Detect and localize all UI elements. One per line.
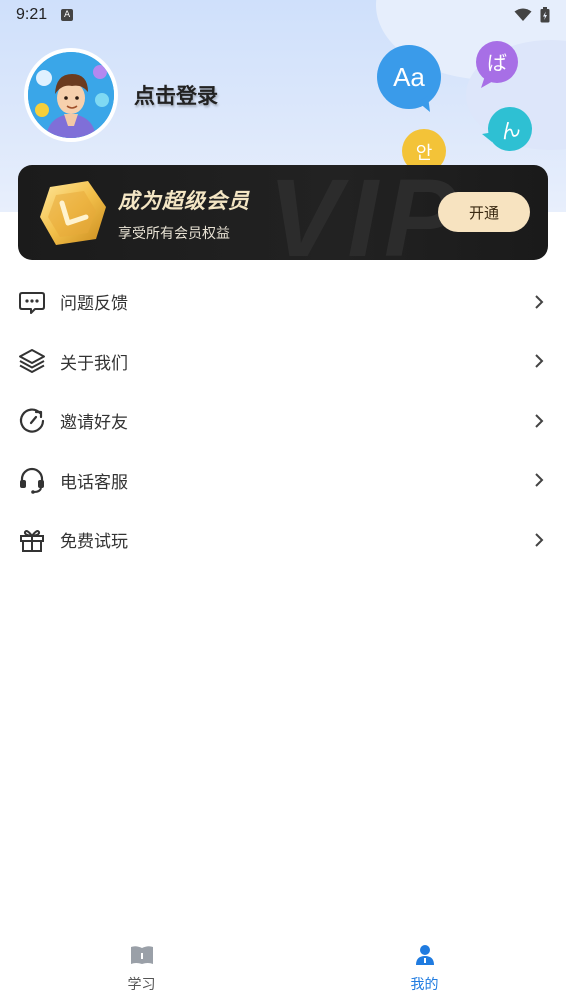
- settings-menu: 问题反馈 关于我们 邀请好友 电话客服 免费试玩: [0, 272, 566, 570]
- japanese-bubble-icon: ば: [476, 41, 518, 88]
- menu-item-hotline[interactable]: 电话客服: [0, 451, 566, 511]
- gift-icon: [18, 526, 46, 554]
- vip-subtitle: 享受所有会员权益: [118, 226, 230, 242]
- bubble-aa-text: Aa: [393, 62, 425, 92]
- login-link[interactable]: 点击登录: [134, 80, 218, 110]
- menu-item-feedback[interactable]: 问题反馈: [0, 272, 566, 332]
- notification-icon: A: [61, 9, 74, 21]
- tab-label: 我的: [410, 977, 439, 993]
- chevron-right-icon: [535, 354, 544, 368]
- chevron-right-icon: [535, 295, 544, 309]
- vip-title: 成为超级会员: [118, 189, 250, 213]
- battery-icon: [540, 7, 550, 23]
- vip-badge-icon: [40, 181, 106, 245]
- headset-icon: [18, 466, 46, 495]
- tab-study[interactable]: 学习: [0, 930, 283, 1008]
- status-bar: 9:21 A: [0, 0, 566, 30]
- korean-bubble-icon: 안: [402, 129, 446, 170]
- vip-watermark: VIP: [268, 165, 464, 260]
- avatar-illustration: [28, 52, 114, 138]
- wifi-icon: [514, 8, 532, 21]
- english-bubble-icon: Aa: [377, 45, 441, 112]
- bubble-ba-text: ば: [487, 51, 507, 75]
- bubble-ko-text: 안: [416, 143, 433, 164]
- japanese-n-bubble-icon: ん: [482, 107, 532, 151]
- bottom-navigation: 学习 我的: [0, 930, 566, 1008]
- person-icon: [415, 945, 434, 965]
- menu-label: 免费试玩: [60, 532, 128, 553]
- activate-vip-button[interactable]: 开通: [438, 192, 530, 232]
- menu-item-free-trial[interactable]: 免费试玩: [0, 510, 566, 570]
- status-time: 9:21: [16, 6, 48, 23]
- chevron-right-icon: [535, 533, 544, 547]
- avatar[interactable]: [24, 48, 118, 142]
- feedback-icon: [18, 288, 46, 316]
- menu-label: 关于我们: [60, 353, 128, 374]
- chevron-right-icon: [535, 414, 544, 428]
- vip-banner[interactable]: VIP 成为超级会员 享受所有会员权益 开通: [18, 165, 548, 260]
- book-icon: [130, 946, 153, 964]
- chevron-right-icon: [535, 473, 544, 487]
- menu-item-invite[interactable]: 邀请好友: [0, 391, 566, 451]
- tab-label: 学习: [127, 977, 156, 993]
- menu-label: 邀请好友: [60, 413, 128, 434]
- refresh-icon: [18, 407, 46, 435]
- menu-item-about[interactable]: 关于我们: [0, 332, 566, 392]
- layers-icon: [18, 347, 46, 375]
- menu-label: 问题反馈: [60, 294, 128, 315]
- tab-mine[interactable]: 我的: [283, 930, 566, 1008]
- menu-label: 电话客服: [60, 472, 128, 493]
